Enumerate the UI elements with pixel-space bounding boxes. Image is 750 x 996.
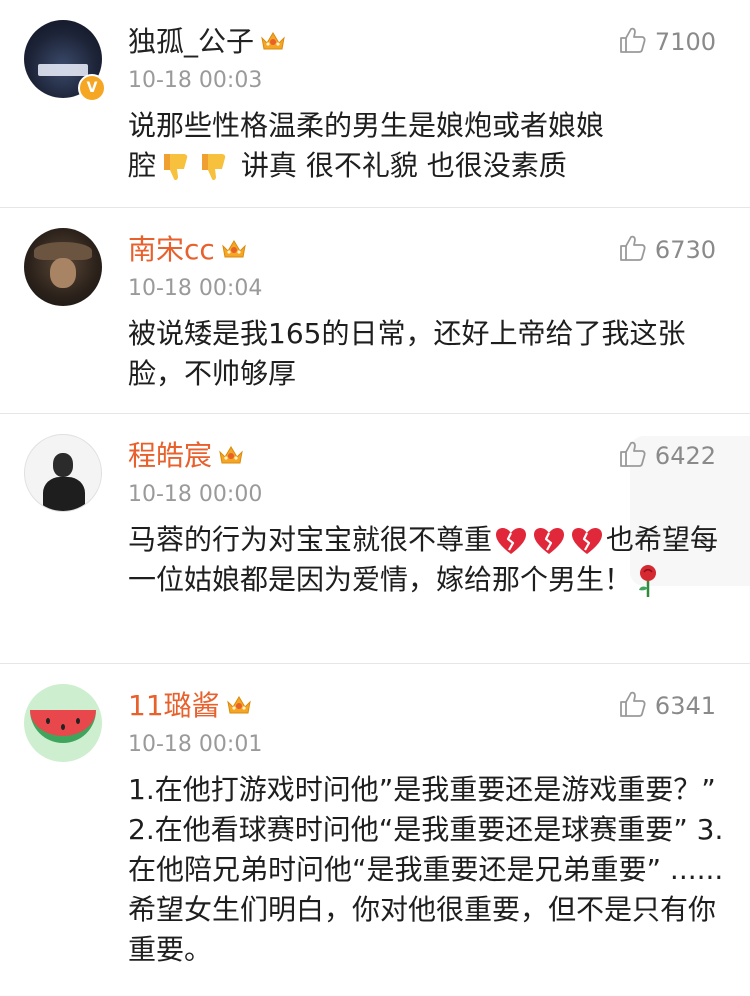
- like-button[interactable]: 6422: [617, 440, 716, 472]
- like-button[interactable]: 7100: [617, 26, 716, 58]
- vip-crown-icon: [260, 30, 286, 52]
- comment-item: 南宋cc 6730 10-18 00:04 被说矮是我165的日常，还好上帝给了…: [0, 208, 750, 414]
- thumbs-up-icon: [617, 689, 647, 719]
- username-text[interactable]: 程皓宸: [128, 439, 212, 472]
- like-button[interactable]: 6341: [617, 690, 716, 722]
- comment-timestamp: 10-18 00:03: [128, 68, 263, 93]
- username-text[interactable]: 独孤_公子: [128, 25, 254, 58]
- username[interactable]: 11璐酱: [128, 688, 252, 724]
- like-count: 6422: [654, 442, 716, 470]
- broken-heart-emoji-icon: [532, 526, 566, 556]
- thumbs-down-emoji-icon: [158, 150, 192, 184]
- comment-text: 1.在他打游戏时问他”是我重要还是游戏重要？” 2.在他看球赛时问他“是我重要还…: [128, 773, 724, 966]
- comment-timestamp: 10-18 00:00: [128, 482, 263, 507]
- like-count: 6341: [654, 692, 716, 720]
- thumbs-down-emoji-icon: [196, 150, 230, 184]
- username[interactable]: 南宋cc: [128, 232, 247, 268]
- username[interactable]: 独孤_公子: [128, 24, 286, 60]
- comment-text: 被说矮是我165的日常，还好上帝给了我这张脸，不帅够厚: [128, 317, 686, 390]
- comment-timestamp: 10-18 00:04: [128, 276, 263, 301]
- username-text[interactable]: 11璐酱: [128, 689, 220, 722]
- thumbs-up-icon: [617, 233, 647, 263]
- comment-timestamp: 10-18 00:01: [128, 732, 263, 757]
- avatar[interactable]: [24, 434, 102, 512]
- avatar[interactable]: [24, 228, 102, 306]
- username-text[interactable]: 南宋cc: [128, 233, 215, 266]
- comment-item: 程皓宸 6422 10-18 00:00 马蓉的行为对宝宝就很不尊重 也希望每一位…: [0, 414, 750, 664]
- comment-item: V 独孤_公子 7100 10-18 00:03 说那些性格温柔的男生是娘炮或者…: [0, 0, 750, 208]
- like-button[interactable]: 6730: [617, 234, 716, 266]
- broken-heart-emoji-icon: [570, 526, 604, 556]
- comment-text: 说那些性格温柔的男生是娘炮或者娘娘 腔 讲真 很不礼貌 也很没素质: [128, 109, 605, 184]
- comment-text: 马蓉的行为对宝宝就很不尊重 也希望每一位姑娘都是因为爱情，嫁给那个男生！: [128, 523, 719, 598]
- thumbs-up-icon: [617, 439, 647, 469]
- vip-crown-icon: [218, 444, 244, 466]
- avatar[interactable]: [24, 684, 102, 762]
- username[interactable]: 程皓宸: [128, 438, 244, 474]
- vip-crown-icon: [226, 694, 252, 716]
- thumbs-up-icon: [617, 25, 647, 55]
- verified-badge-icon: V: [78, 74, 106, 102]
- comment-item: 11璐酱 6341 10-18 00:01 1.在他打游戏时问他”是我重要还是游…: [0, 664, 750, 996]
- broken-heart-emoji-icon: [494, 526, 528, 556]
- rose-emoji-icon: [634, 564, 662, 598]
- like-count: 7100: [654, 28, 716, 56]
- like-count: 6730: [654, 236, 716, 264]
- vip-crown-icon: [221, 238, 247, 260]
